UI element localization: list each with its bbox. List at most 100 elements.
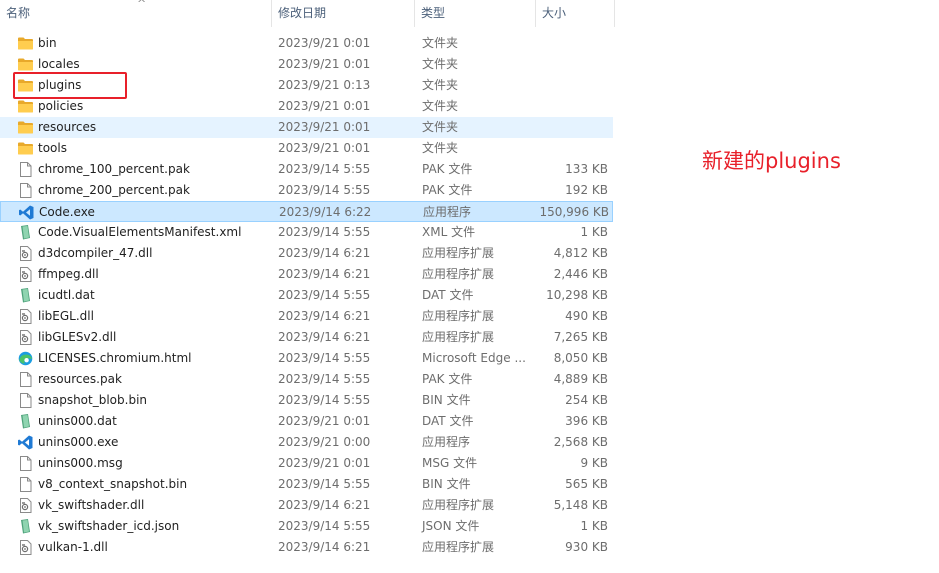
file-type: PAK 文件 — [422, 162, 473, 176]
file-name: chrome_100_percent.pak — [38, 162, 190, 176]
file-type: 应用程序扩展 — [422, 309, 495, 323]
file-type: 文件夹 — [422, 141, 459, 155]
file-size — [500, 33, 608, 54]
file-name: resources.pak — [38, 372, 122, 386]
file-row-d3dcompiler-47-dll[interactable]: d3dcompiler_47.dll 2023/9/14 6:21 应用程序扩展 4,… — [0, 243, 613, 264]
file-name: snapshot_blob.bin — [38, 393, 148, 407]
file-name: resources — [38, 120, 97, 134]
file-name: chrome_200_percent.pak — [38, 183, 190, 197]
file-row-snapshot-blob-bin[interactable]: snapshot_blob.bin 2023/9/14 5:55 BIN 文件 254… — [0, 390, 613, 411]
file-type: 应用程序扩展 — [422, 330, 495, 344]
file-size — [500, 96, 608, 117]
file-size: 490 KB — [565, 309, 608, 323]
file-type: 文件夹 — [422, 78, 459, 92]
file-name: vk_swiftshader.dll — [38, 498, 145, 512]
file-row-unins000-exe[interactable]: unins000.exe 2023/9/21 0:00 应用程序 2,568 KB — [0, 432, 613, 453]
file-date: 2023/9/14 6:21 — [278, 267, 371, 281]
file-type: PAK 文件 — [422, 372, 473, 386]
file-row-code-exe[interactable]: Code.exe 2023/9/14 6:22 应用程序 150,996 KB — [0, 201, 613, 222]
file-size: 9 KB — [580, 456, 608, 470]
file-row-licenses-chromium-html[interactable]: LICENSES.chromium.html 2023/9/14 5:55 Micr… — [0, 348, 613, 369]
dll-icon — [17, 246, 34, 261]
file-date: 2023/9/14 5:55 — [278, 519, 371, 533]
file-size — [500, 117, 608, 138]
file-date: 2023/9/14 6:21 — [278, 246, 371, 260]
file-row-resources-pak[interactable]: resources.pak 2023/9/14 5:55 PAK 文件 4,889 K… — [0, 369, 613, 390]
file-date: 2023/9/14 6:21 — [278, 309, 371, 323]
file-row-code-visualelementsmanifest-xml[interactable]: Code.VisualElementsManifest.xml 2023/9/14… — [0, 222, 613, 243]
file-row-libegl-dll[interactable]: libEGL.dll 2023/9/14 6:21 应用程序扩展 490 KB — [0, 306, 613, 327]
folder-icon — [17, 120, 34, 135]
file-size: 1 KB — [580, 225, 608, 239]
file-date: 2023/9/21 0:13 — [278, 78, 371, 92]
file-type: 应用程序扩展 — [422, 246, 495, 260]
column-type-header[interactable]: 类型 — [415, 0, 535, 27]
green-file-icon — [17, 519, 34, 534]
file-size: 192 KB — [565, 183, 608, 197]
column-divider[interactable] — [614, 0, 615, 27]
file-name: unins000.dat — [38, 414, 117, 428]
column-name-header[interactable]: 名称 — [0, 0, 270, 27]
file-size: 254 KB — [565, 393, 608, 407]
file-name: vulkan-1.dll — [38, 540, 108, 554]
dll-icon — [17, 540, 34, 555]
dll-icon — [17, 330, 34, 345]
file-type: 文件夹 — [422, 120, 459, 134]
green-file-icon — [17, 225, 34, 240]
green-file-icon — [17, 288, 34, 303]
file-name: libGLESv2.dll — [38, 330, 117, 344]
file-size: 930 KB — [565, 540, 608, 554]
file-date: 2023/9/14 5:55 — [278, 288, 371, 302]
file-icon — [17, 477, 34, 492]
file-row-bin[interactable]: bin 2023/9/21 0:01 文件夹 — [0, 33, 613, 54]
column-size-header[interactable]: 大小 — [536, 0, 614, 27]
file-date: 2023/9/21 0:01 — [278, 36, 371, 50]
file-size: 7,265 KB — [553, 330, 608, 344]
file-row-icudtl-dat[interactable]: icudtl.dat 2023/9/14 5:55 DAT 文件 10,298 KB — [0, 285, 613, 306]
file-date: 2023/9/14 5:55 — [278, 477, 371, 491]
file-type: PAK 文件 — [422, 183, 473, 197]
file-name: v8_context_snapshot.bin — [38, 477, 188, 491]
file-row-vk-swiftshader-dll[interactable]: vk_swiftshader.dll 2023/9/14 6:21 应用程序扩展 5,… — [0, 495, 613, 516]
folder-icon — [17, 36, 34, 51]
file-row-tools[interactable]: tools 2023/9/21 0:01 文件夹 — [0, 138, 613, 159]
file-row-chrome-200-percent-pak[interactable]: chrome_200_percent.pak 2023/9/14 5:55 PAK … — [0, 180, 613, 201]
file-size: 4,812 KB — [553, 246, 608, 260]
file-row-libglesv2-dll[interactable]: libGLESv2.dll 2023/9/14 6:21 应用程序扩展 7,265 K… — [0, 327, 613, 348]
file-row-chrome-100-percent-pak[interactable]: chrome_100_percent.pak 2023/9/14 5:55 PAK … — [0, 159, 613, 180]
file-size: 150,996 KB — [539, 205, 609, 219]
file-name: LICENSES.chromium.html — [38, 351, 192, 365]
file-date: 2023/9/14 6:22 — [279, 205, 372, 219]
column-header: 名称 ^ 修改日期 类型 大小 — [0, 0, 616, 27]
file-date: 2023/9/14 6:21 — [278, 330, 371, 344]
file-row-resources[interactable]: resources 2023/9/21 0:01 文件夹 — [0, 117, 613, 138]
file-row-ffmpeg-dll[interactable]: ffmpeg.dll 2023/9/14 6:21 应用程序扩展 2,446 KB — [0, 264, 613, 285]
sort-ascending-icon: ^ — [137, 0, 147, 10]
file-row-policies[interactable]: policies 2023/9/21 0:01 文件夹 — [0, 96, 613, 117]
file-type: 文件夹 — [422, 99, 459, 113]
file-size: 4,889 KB — [553, 372, 608, 386]
file-date: 2023/9/21 0:01 — [278, 99, 371, 113]
file-type: XML 文件 — [422, 225, 476, 239]
file-date: 2023/9/21 0:01 — [278, 414, 371, 428]
file-type: 应用程序 — [423, 205, 472, 219]
file-name: icudtl.dat — [38, 288, 95, 302]
file-row-v8-context-snapshot-bin[interactable]: v8_context_snapshot.bin 2023/9/14 5:55 BIN… — [0, 474, 613, 495]
file-row-unins000-dat[interactable]: unins000.dat 2023/9/21 0:01 DAT 文件 396 KB — [0, 411, 613, 432]
column-date-header[interactable]: 修改日期 — [272, 0, 414, 27]
file-date: 2023/9/14 5:55 — [278, 372, 371, 386]
file-size: 565 KB — [565, 477, 608, 491]
file-row-unins000-msg[interactable]: unins000.msg 2023/9/21 0:01 MSG 文件 9 KB — [0, 453, 613, 474]
file-icon — [17, 456, 34, 471]
file-type: MSG 文件 — [422, 456, 478, 470]
folder-icon — [17, 141, 34, 156]
file-date: 2023/9/21 0:00 — [278, 435, 371, 449]
file-row-vulkan-1-dll[interactable]: vulkan-1.dll 2023/9/14 6:21 应用程序扩展 930 KB — [0, 537, 613, 558]
file-icon — [17, 393, 34, 408]
file-size: 1 KB — [580, 519, 608, 533]
file-date: 2023/9/14 5:55 — [278, 183, 371, 197]
file-size: 133 KB — [565, 162, 608, 176]
file-type: 文件夹 — [422, 57, 459, 71]
file-type: DAT 文件 — [422, 414, 474, 428]
file-row-vk-swiftshader-icd-json[interactable]: vk_swiftshader_icd.json 2023/9/14 5:55 JSO… — [0, 516, 613, 537]
